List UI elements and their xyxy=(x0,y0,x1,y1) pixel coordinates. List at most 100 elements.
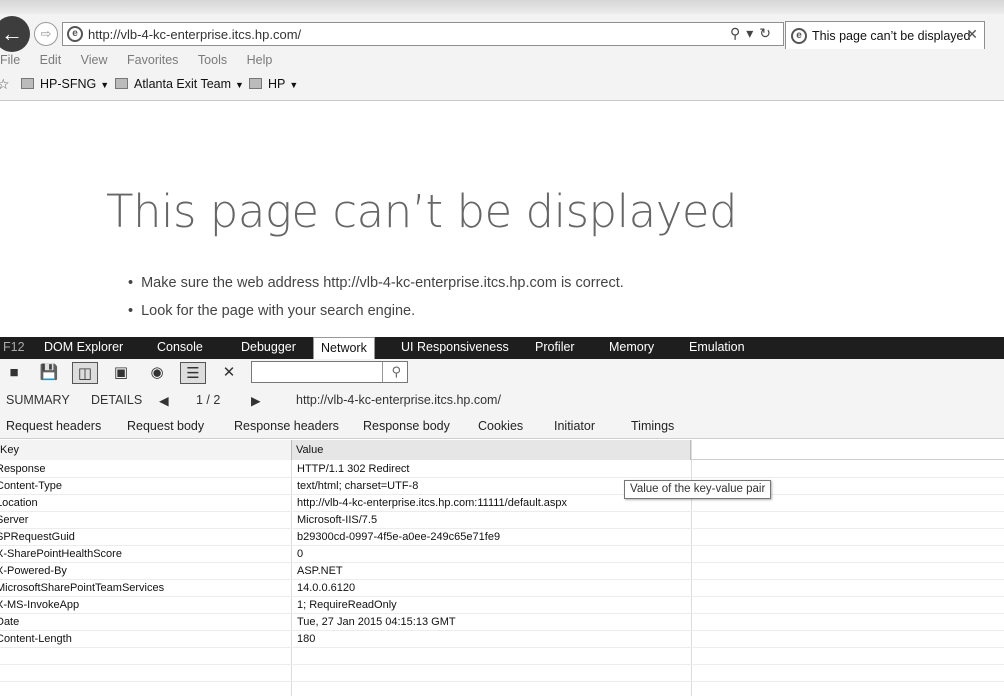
refresh-icon[interactable]: ↻ xyxy=(759,25,777,41)
next-request-icon[interactable]: ▶ xyxy=(251,393,261,408)
tab-profiler[interactable]: Profiler xyxy=(535,340,575,354)
stop-icon[interactable]: ■ xyxy=(1,362,27,384)
table-row[interactable]: X-SharePointHealthScore 0 xyxy=(0,546,1004,563)
address-actions: ⚲▾↻ xyxy=(730,25,777,42)
error-suggestions: Make sure the web address http://vlb-4-k… xyxy=(128,275,624,331)
header-key: Date xyxy=(0,616,20,628)
table-row[interactable]: MicrosoftSharePointTeamServices 14.0.0.61… xyxy=(0,580,1004,597)
header-key: X-MS-InvokeApp xyxy=(0,599,80,611)
subtab-request-body[interactable]: Request body xyxy=(127,419,204,433)
table-row[interactable]: Date Tue, 27 Jan 2015 04:15:13 GMT xyxy=(0,614,1004,631)
favorite-folder-atlanta[interactable]: Atlanta Exit Team ▼ xyxy=(115,77,244,91)
request-page-indicator: 1 / 2 xyxy=(196,393,221,407)
subtab-request-headers[interactable]: Request headers xyxy=(6,419,101,433)
back-button[interactable]: ← xyxy=(0,16,30,52)
tab-network[interactable]: Network xyxy=(313,337,375,359)
tab-console[interactable]: Console xyxy=(157,340,203,354)
address-bar[interactable]: e http://vlb-4-kc-enterprise.itcs.hp.com… xyxy=(62,22,784,46)
clear-cookies-icon[interactable]: ◉ xyxy=(144,362,170,384)
tab-debugger[interactable]: Debugger xyxy=(241,340,296,354)
header-key: SPRequestGuid xyxy=(0,531,75,543)
header-value: 14.0.0.6120 xyxy=(297,582,356,594)
suggestion-check-address: Make sure the web address http://vlb-4-k… xyxy=(128,275,624,303)
tab-dom-explorer[interactable]: DOM Explorer xyxy=(44,340,123,354)
column-header-key[interactable]: Key xyxy=(0,440,292,460)
summary-details-bar: SUMMARY DETAILS ◀ 1 / 2 ▶ http://vlb-4-k… xyxy=(0,387,1004,413)
header-key: Content-Length xyxy=(0,633,72,645)
menu-file[interactable]: File xyxy=(0,53,20,67)
search-icon[interactable]: ⚲ xyxy=(391,364,401,380)
header-key: X-Powered-By xyxy=(0,565,67,577)
subtab-cookies[interactable]: Cookies xyxy=(478,419,523,433)
table-row[interactable] xyxy=(0,648,1004,665)
search-icon[interactable]: ⚲ xyxy=(730,25,746,41)
subtab-timings[interactable]: Timings xyxy=(631,419,674,433)
tooltip: Value of the key-value pair xyxy=(624,480,772,499)
clear-cache-icon[interactable]: ▣ xyxy=(108,362,134,384)
header-value: 1; RequireReadOnly xyxy=(297,599,397,611)
table-row[interactable]: X-Powered-By ASP.NET xyxy=(0,563,1004,580)
summary-button[interactable]: SUMMARY xyxy=(6,393,70,407)
clear-session-icon[interactable]: ✕ xyxy=(216,362,242,384)
ie-page-icon: e xyxy=(67,26,83,42)
menu-bar: File Edit View Favorites Tools Help xyxy=(0,53,288,69)
devtools-tab-strip: F12 DOM Explorer Console Debugger Networ… xyxy=(0,337,1004,359)
table-row[interactable]: Content-Type text/html; charset=UTF-8 xyxy=(0,478,1004,495)
header-key: X-SharePointHealthScore xyxy=(0,548,122,560)
error-title: This page can’t be displayed xyxy=(106,185,738,238)
menu-help[interactable]: Help xyxy=(247,53,273,67)
header-key: Server xyxy=(0,514,29,526)
previous-request-icon[interactable]: ◀ xyxy=(159,393,169,408)
header-value: HTTP/1.1 302 Redirect xyxy=(297,463,410,475)
table-row[interactable]: Location http://vlb-4-kc-enterprise.itcs.… xyxy=(0,495,1004,512)
header-key: Location xyxy=(0,497,38,509)
table-row[interactable]: Content-Length 180 xyxy=(0,631,1004,648)
close-tab-icon[interactable]: ✕ xyxy=(966,26,978,43)
favorite-folder-hp[interactable]: HP ▼ xyxy=(249,77,298,91)
header-value: b29300cd-0997-4f5e-a0ee-249c65e71fe9 xyxy=(297,531,501,543)
header-key: MicrosoftSharePointTeamServices xyxy=(0,582,165,594)
address-url[interactable]: http://vlb-4-kc-enterprise.itcs.hp.com/ xyxy=(88,27,301,42)
table-row[interactable]: Server Microsoft-IIS/7.5 xyxy=(0,512,1004,529)
forward-button[interactable]: ⇨ xyxy=(34,22,58,46)
table-row[interactable]: SPRequestGuid b29300cd-0997-4f5e-a0ee-249… xyxy=(0,529,1004,546)
header-value: 0 xyxy=(297,548,304,560)
tab-emulation[interactable]: Emulation xyxy=(689,340,745,354)
header-value: 180 xyxy=(297,633,316,645)
table-row[interactable]: Response HTTP/1.1 302 Redirect xyxy=(0,461,1004,478)
f12-label: F12 xyxy=(3,340,25,354)
header-key: Response xyxy=(0,463,46,475)
browser-chrome: ← ⇨ e http://vlb-4-kc-enterprise.itcs.hp… xyxy=(0,0,1004,101)
details-subtabs: Request headers Request body Response he… xyxy=(0,413,1004,439)
table-row[interactable]: X-MS-InvokeApp 1; RequireReadOnly xyxy=(0,597,1004,614)
table-row[interactable] xyxy=(0,665,1004,682)
table-body: Response HTTP/1.1 302 Redirect Content-Typ… xyxy=(0,461,1004,696)
subtab-initiator[interactable]: Initiator xyxy=(554,419,595,433)
clear-entries-on-navigate-icon[interactable]: ☰ xyxy=(180,362,206,384)
dropdown-icon[interactable]: ▾ xyxy=(746,25,759,41)
network-toolbar: ■ 💾 ◫ ▣ ◉ ☰ ✕ ⚲ xyxy=(0,359,1004,387)
menu-favorites[interactable]: Favorites xyxy=(127,53,178,67)
favorites-star-icon[interactable]: ☆ xyxy=(0,76,10,93)
favorite-folder-hp-sfng[interactable]: HP-SFNG ▼ xyxy=(21,77,109,91)
menu-tools[interactable]: Tools xyxy=(198,53,227,67)
header-key: Content-Type xyxy=(0,480,63,492)
menu-view[interactable]: View xyxy=(81,53,108,67)
header-value: Microsoft-IIS/7.5 xyxy=(297,514,378,526)
table-row[interactable] xyxy=(0,682,1004,696)
network-search-input[interactable]: ⚲ xyxy=(251,361,408,383)
always-refresh-icon[interactable]: ◫ xyxy=(72,362,98,384)
tab-memory[interactable]: Memory xyxy=(609,340,654,354)
subtab-response-headers[interactable]: Response headers xyxy=(234,419,339,433)
details-button[interactable]: DETAILS xyxy=(91,393,142,407)
search-divider xyxy=(382,362,383,382)
save-icon[interactable]: 💾 xyxy=(36,362,62,384)
page-content: This page can’t be displayed Make sure t… xyxy=(0,101,1004,337)
column-header-value[interactable]: Value xyxy=(292,440,691,460)
browser-tab[interactable]: e This page can’t be displayed ✕ xyxy=(785,21,985,49)
folder-icon xyxy=(249,78,262,89)
menu-edit[interactable]: Edit xyxy=(40,53,62,67)
subtab-response-body[interactable]: Response body xyxy=(363,419,450,433)
tab-ui-responsiveness[interactable]: UI Responsiveness xyxy=(401,340,509,354)
header-value: ASP.NET xyxy=(297,565,343,577)
